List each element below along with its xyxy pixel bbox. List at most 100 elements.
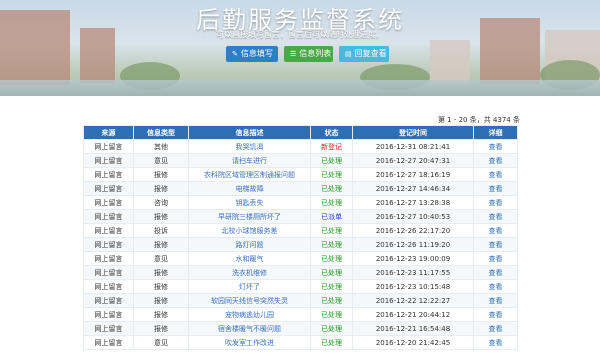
cell-status: 已处理 xyxy=(310,293,353,308)
cell-description[interactable]: 灯坏了 xyxy=(188,279,311,294)
view-link[interactable]: 查看 xyxy=(473,167,518,182)
cell-description[interactable]: 电梯故障 xyxy=(188,181,311,196)
cell-description[interactable]: 软园同天线信号突然失灵 xyxy=(188,293,311,308)
cell-status: 已处理 xyxy=(310,279,353,294)
view-link[interactable]: 查看 xyxy=(473,223,518,238)
list-icon: ☰ xyxy=(290,50,297,58)
cell-description[interactable]: 水和暖气 xyxy=(188,251,311,266)
col-time: 登记时间 xyxy=(352,125,474,140)
message-table: 来源 信息类型 信息描述 状态 登记时间 详细 网上留言 其他 我哭饥渴 新登记 201… xyxy=(83,125,518,350)
cell-description[interactable]: 请扫车进行 xyxy=(188,153,311,168)
pagination-info: 第 1 - 20 条，共 4374 条 xyxy=(437,116,520,124)
view-link[interactable]: 查看 xyxy=(473,293,518,308)
lake-image xyxy=(0,80,600,96)
cell-status: 已处理 xyxy=(310,307,353,322)
cell-description[interactable]: 洗衣机维修 xyxy=(188,265,311,280)
cell-time: 2016-12-21 16:54:48 xyxy=(352,321,474,336)
col-status: 状态 xyxy=(310,125,353,140)
cell-time: 2016-12-27 13:28:38 xyxy=(352,195,474,210)
cell-time: 2016-12-31 08:21:41 xyxy=(352,139,474,154)
table-row: 网上留言 报修 软园同天线信号突然失灵 已处理 2016-12-22 12:22:27 查… xyxy=(83,293,518,308)
cell-description[interactable]: 北校小球馆服务差 xyxy=(188,223,311,238)
view-link[interactable]: 查看 xyxy=(473,279,518,294)
cell-type: 报修 xyxy=(133,279,189,294)
table-row: 网上留言 投诉 北校小球馆服务差 已处理 2016-12-26 22:17:20 查看 xyxy=(83,223,518,238)
cell-source: 网上留言 xyxy=(83,237,134,252)
cell-time: 2016-12-23 10:15:48 xyxy=(352,279,474,294)
cell-time: 2016-12-27 10:40:53 xyxy=(352,209,474,224)
view-link[interactable]: 查看 xyxy=(473,251,518,266)
cell-type: 报修 xyxy=(133,237,189,252)
pencil-icon: ✎ xyxy=(232,50,238,58)
cell-description[interactable]: 钥匙丢失 xyxy=(188,195,311,210)
col-type: 信息类型 xyxy=(133,125,189,140)
cell-description[interactable]: 路灯问题 xyxy=(188,237,311,252)
view-link[interactable]: 查看 xyxy=(473,181,518,196)
table-body: 网上留言 其他 我哭饥渴 新登记 2016-12-31 08:21:41 查看 网上留言 意见… xyxy=(83,139,518,350)
table-row: 网上留言 报修 电梯故障 已处理 2016-12-27 14:46:34 查看 xyxy=(83,181,518,196)
cell-source: 网上留言 xyxy=(83,167,134,182)
view-link[interactable]: 查看 xyxy=(473,321,518,336)
view-link[interactable]: 查看 xyxy=(473,153,518,168)
cell-source: 网上留言 xyxy=(83,279,134,294)
cell-type: 报修 xyxy=(133,293,189,308)
info-list-button[interactable]: ☰ 信息列表 xyxy=(284,46,333,62)
cell-time: 2016-12-27 20:47:31 xyxy=(352,153,474,168)
view-link[interactable]: 查看 xyxy=(473,139,518,154)
cell-status: 已处理 xyxy=(310,321,353,336)
cell-status: 已处理 xyxy=(310,265,353,280)
cell-type: 报修 xyxy=(133,265,189,280)
cell-time: 2016-12-27 18:16:19 xyxy=(352,167,474,182)
cell-description[interactable]: 农科院区域管理区制通报问题 xyxy=(188,167,311,182)
cell-status: 已处理 xyxy=(310,153,353,168)
cell-source: 网上留言 xyxy=(83,335,134,350)
header-banner: 后勤服务监督系统 可以直接填写留言，留言后可以随时处理进度。 ✎ 信息填写 ☰ … xyxy=(0,0,600,96)
building-image xyxy=(430,40,470,84)
cell-status: 已处理 xyxy=(310,335,353,350)
cell-description[interactable]: 宿舍楼暖气不暖问题 xyxy=(188,321,311,336)
cell-status: 已处理 xyxy=(310,181,353,196)
cell-time: 2016-12-23 11:17:55 xyxy=(352,265,474,280)
cell-time: 2016-12-26 11:19:20 xyxy=(352,237,474,252)
cell-description[interactable]: 宠物病逃幼儿园 xyxy=(188,307,311,322)
table-header-row: 来源 信息类型 信息描述 状态 登记时间 详细 xyxy=(83,125,518,140)
cell-type: 报修 xyxy=(133,167,189,182)
nav-buttons: ✎ 信息填写 ☰ 信息列表 ▤ 回复查看 xyxy=(226,46,389,62)
view-link[interactable]: 查看 xyxy=(473,265,518,280)
cell-status: 已处理 xyxy=(310,237,353,252)
cell-description[interactable]: 吹发室工作改进 xyxy=(188,335,311,350)
fill-info-label: 信息填写 xyxy=(240,49,273,58)
view-link[interactable]: 查看 xyxy=(473,209,518,224)
cell-time: 2016-12-27 14:46:34 xyxy=(352,181,474,196)
cell-source: 网上留言 xyxy=(83,265,134,280)
reply-icon: ▤ xyxy=(345,50,352,58)
cell-type: 咨询 xyxy=(133,195,189,210)
cell-description[interactable]: 我哭饥渴 xyxy=(188,139,311,154)
cell-description[interactable]: 早研院三楼厕所坏了 xyxy=(188,209,311,224)
cell-source: 网上留言 xyxy=(83,293,134,308)
cell-source: 网上留言 xyxy=(83,321,134,336)
page-subtitle: 可以直接填写留言，留言后可以随时处理进度。 xyxy=(216,30,384,39)
table-row: 网上留言 报修 灯坏了 已处理 2016-12-23 10:15:48 查看 xyxy=(83,279,518,294)
cell-type: 投诉 xyxy=(133,223,189,238)
cell-time: 2016-12-22 12:22:27 xyxy=(352,293,474,308)
cell-status: 已处理 xyxy=(310,223,353,238)
view-link[interactable]: 查看 xyxy=(473,237,518,252)
cell-time: 2016-12-21 20:44:12 xyxy=(352,307,474,322)
reply-view-button[interactable]: ▤ 回复查看 xyxy=(339,46,389,62)
table-row: 网上留言 报修 宠物病逃幼儿园 已处理 2016-12-21 20:44:12 查看 xyxy=(83,307,518,322)
cell-source: 网上留言 xyxy=(83,307,134,322)
table-row: 网上留言 意见 吹发室工作改进 已处理 2016-12-20 21:42:45 查看 xyxy=(83,335,518,350)
cell-source: 网上留言 xyxy=(83,209,134,224)
view-link[interactable]: 查看 xyxy=(473,195,518,210)
col-description: 信息描述 xyxy=(188,125,311,140)
cell-type: 意见 xyxy=(133,251,189,266)
view-link[interactable]: 查看 xyxy=(473,307,518,322)
cell-time: 2016-12-26 22:17:20 xyxy=(352,223,474,238)
table-row: 网上留言 报修 路灯问题 已处理 2016-12-26 11:19:20 查看 xyxy=(83,237,518,252)
table-row: 网上留言 咨询 钥匙丢失 已处理 2016-12-27 13:28:38 查看 xyxy=(83,195,518,210)
fill-info-button[interactable]: ✎ 信息填写 xyxy=(226,46,278,62)
cell-type: 意见 xyxy=(133,335,189,350)
view-link[interactable]: 查看 xyxy=(473,335,518,350)
cell-status: 已处理 xyxy=(310,195,353,210)
